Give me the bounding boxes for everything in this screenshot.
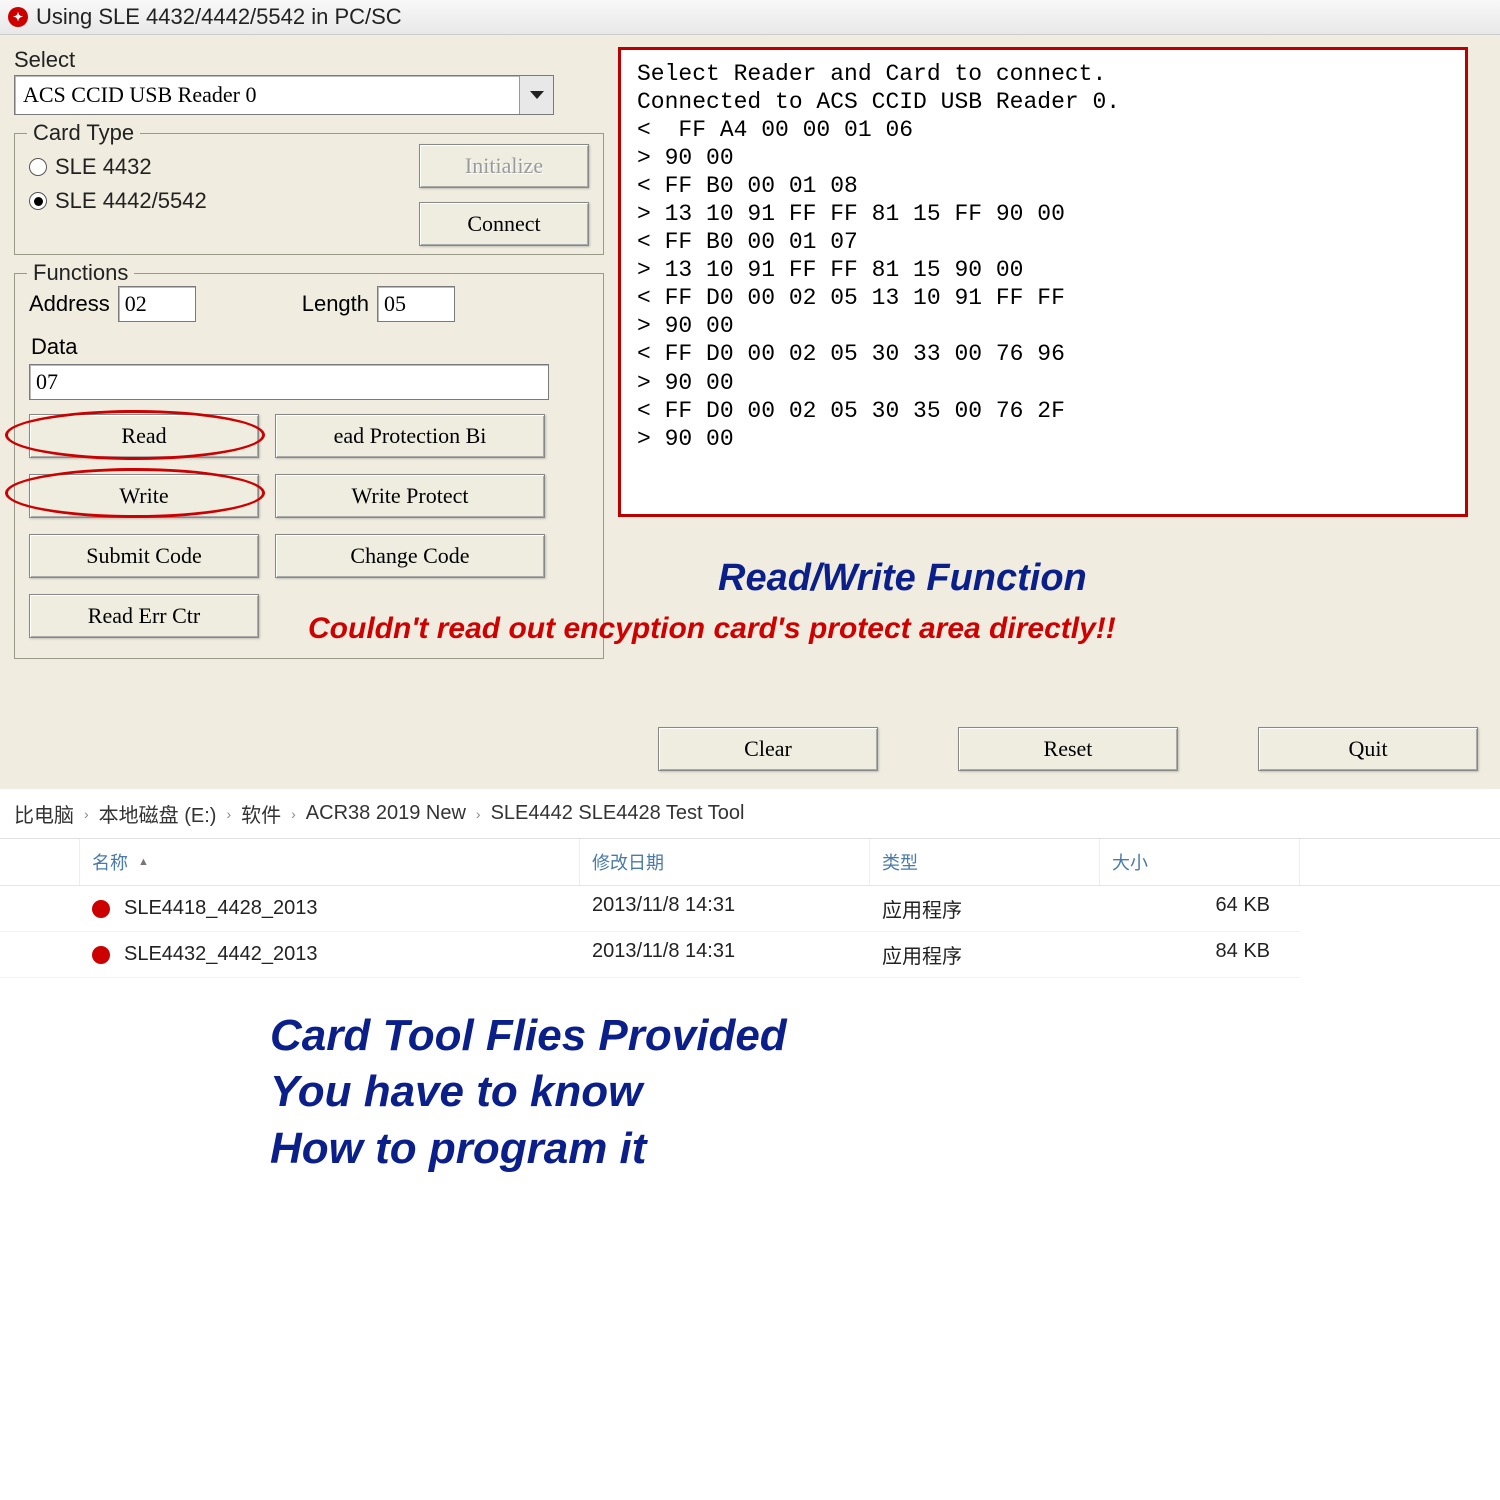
radio-icon	[29, 192, 47, 210]
chevron-right-icon: ›	[291, 806, 296, 822]
card-type-legend: Card Type	[27, 120, 140, 146]
select-label: Select	[14, 47, 604, 73]
right-pane: Select Reader and Card to connect. Conne…	[618, 47, 1486, 771]
chevron-right-icon: ›	[84, 806, 89, 822]
annotation-line: You have to know	[270, 1064, 1500, 1120]
row-checkbox[interactable]	[0, 886, 80, 932]
functions-group: Functions Address Length Data Read ead P…	[14, 273, 604, 659]
connect-button[interactable]: Connect	[419, 202, 589, 246]
breadcrumb[interactable]: 比电脑 › 本地磁盘 (E:) › 软件 › ACR38 2019 New › …	[0, 789, 1500, 839]
size-column-header[interactable]: 大小	[1100, 839, 1300, 885]
read-err-ctr-button[interactable]: Read Err Ctr	[29, 594, 259, 638]
radio-icon	[29, 158, 47, 176]
annotation-bottom: Card Tool Flies Provided You have to kno…	[270, 1008, 1500, 1177]
checkbox-column-header[interactable]	[0, 839, 80, 885]
address-label: Address	[29, 291, 110, 317]
explorer-header: 名称 ▲ 修改日期 类型 大小	[0, 839, 1500, 886]
radio-sle4432[interactable]: SLE 4432	[29, 154, 395, 180]
date-column-header[interactable]: 修改日期	[580, 839, 870, 885]
breadcrumb-item[interactable]: 软件	[241, 799, 281, 828]
reset-button[interactable]: Reset	[958, 727, 1178, 771]
exe-file-icon	[92, 946, 110, 964]
initialize-button[interactable]: Initialize	[419, 144, 589, 188]
file-name: SLE4418_4428_2013	[124, 897, 318, 920]
breadcrumb-item[interactable]: ACR38 2019 New	[306, 802, 466, 825]
sort-asc-icon: ▲	[138, 856, 149, 868]
window-title: Using SLE 4432/4442/5542 in PC/SC	[36, 4, 402, 30]
file-size: 84 KB	[1100, 932, 1300, 978]
data-input[interactable]	[29, 364, 549, 400]
file-date: 2013/11/8 14:31	[580, 886, 870, 932]
file-row[interactable]: SLE4432_4442_2013 2013/11/8 14:31 应用程序 8…	[0, 932, 1500, 978]
breadcrumb-item[interactable]: 比电脑	[14, 799, 74, 828]
output-log[interactable]: Select Reader and Card to connect. Conne…	[618, 47, 1468, 517]
type-column-header[interactable]: 类型	[870, 839, 1100, 885]
address-input[interactable]	[118, 286, 196, 322]
breadcrumb-item[interactable]: 本地磁盘 (E:)	[99, 799, 217, 828]
annotation-line: Card Tool Flies Provided	[270, 1008, 1500, 1064]
app-icon: ✦	[8, 7, 28, 27]
radio-sle4442[interactable]: SLE 4442/5542	[29, 188, 395, 214]
annotation-readwrite: Read/Write Function	[718, 557, 1087, 600]
breadcrumb-item[interactable]: SLE4442 SLE4428 Test Tool	[491, 802, 745, 825]
length-input[interactable]	[377, 286, 455, 322]
bottom-buttons: Clear Reset Quit	[618, 727, 1486, 771]
card-type-group: Card Type SLE 4432 SLE 4442/5542 Initial…	[14, 133, 604, 255]
file-explorer: 比电脑 › 本地磁盘 (E:) › 软件 › ACR38 2019 New › …	[0, 789, 1500, 1177]
exe-file-icon	[92, 900, 110, 918]
read-button[interactable]: Read	[29, 414, 259, 458]
reader-select-value: ACS CCID USB Reader 0	[15, 76, 519, 114]
radio-sle4432-label: SLE 4432	[55, 154, 152, 180]
clear-button[interactable]: Clear	[658, 727, 878, 771]
chevron-right-icon: ›	[476, 806, 481, 822]
radio-sle4442-label: SLE 4442/5542	[55, 188, 207, 214]
quit-button[interactable]: Quit	[1258, 727, 1478, 771]
submit-code-button[interactable]: Submit Code	[29, 534, 259, 578]
file-row[interactable]: SLE4418_4428_2013 2013/11/8 14:31 应用程序 6…	[0, 886, 1500, 932]
annotation-line: How to program it	[270, 1121, 1500, 1177]
file-type: 应用程序	[870, 886, 1100, 932]
main-dialog: Select ACS CCID USB Reader 0 Card Type S…	[0, 35, 1500, 789]
row-checkbox[interactable]	[0, 932, 80, 978]
length-label: Length	[302, 291, 369, 317]
read-protection-bits-button[interactable]: ead Protection Bi	[275, 414, 545, 458]
chevron-right-icon: ›	[226, 806, 231, 822]
titlebar: ✦ Using SLE 4432/4442/5542 in PC/SC	[0, 0, 1500, 35]
name-column-label: 名称	[92, 849, 128, 875]
name-column-header[interactable]: 名称 ▲	[80, 839, 580, 885]
functions-legend: Functions	[27, 260, 134, 286]
file-name: SLE4432_4442_2013	[124, 943, 318, 966]
left-pane: Select ACS CCID USB Reader 0 Card Type S…	[14, 47, 604, 659]
write-button[interactable]: Write	[29, 474, 259, 518]
reader-select[interactable]: ACS CCID USB Reader 0	[14, 75, 554, 115]
data-label: Data	[31, 334, 589, 360]
annotation-warning: Couldn't read out encyption card's prote…	[308, 612, 1488, 646]
file-date: 2013/11/8 14:31	[580, 932, 870, 978]
file-size: 64 KB	[1100, 886, 1300, 932]
file-type: 应用程序	[870, 932, 1100, 978]
change-code-button[interactable]: Change Code	[275, 534, 545, 578]
function-buttons-grid: Read ead Protection Bi Write Write Prote…	[29, 414, 589, 644]
dropdown-arrow-icon[interactable]	[519, 76, 553, 114]
write-protect-button[interactable]: Write Protect	[275, 474, 545, 518]
